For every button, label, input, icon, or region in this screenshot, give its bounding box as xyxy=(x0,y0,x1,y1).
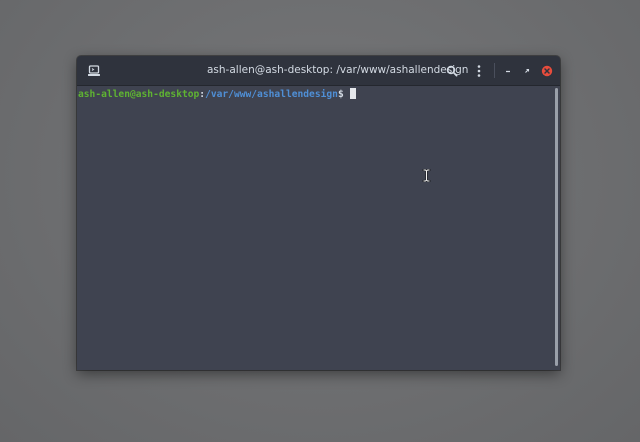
scrollbar-thumb[interactable] xyxy=(555,88,558,366)
restore-button[interactable] xyxy=(518,62,536,80)
terminal-window[interactable]: ash-allen@ash-desktop: /var/www/ashallen… xyxy=(77,56,560,370)
ibeam-cursor-icon xyxy=(422,169,431,182)
menu-button[interactable] xyxy=(470,62,488,80)
prompt-dollar: $ xyxy=(337,89,344,100)
search-button[interactable] xyxy=(443,62,461,80)
kebab-menu-icon xyxy=(477,65,481,77)
titlebar[interactable]: ash-allen@ash-desktop: /var/www/ashallen… xyxy=(77,56,560,86)
terminal-icon[interactable] xyxy=(87,63,101,77)
text-cursor xyxy=(349,88,356,99)
minimize-button[interactable] xyxy=(499,62,517,80)
titlebar-separator xyxy=(494,63,495,78)
window-title: ash-allen@ash-desktop: /var/www/ashallen… xyxy=(207,64,469,76)
search-icon xyxy=(446,65,458,77)
close-icon xyxy=(541,65,553,77)
prompt-path: /var/www/ashallendesign xyxy=(205,89,338,100)
minimize-icon xyxy=(506,70,510,73)
prompt-user: ash-allen@ash-desktop xyxy=(78,89,200,100)
terminal-output[interactable]: ash-allen@ash-desktop:/var/www/ashallend… xyxy=(77,86,552,370)
close-button[interactable] xyxy=(538,62,556,80)
restore-icon xyxy=(525,68,530,73)
